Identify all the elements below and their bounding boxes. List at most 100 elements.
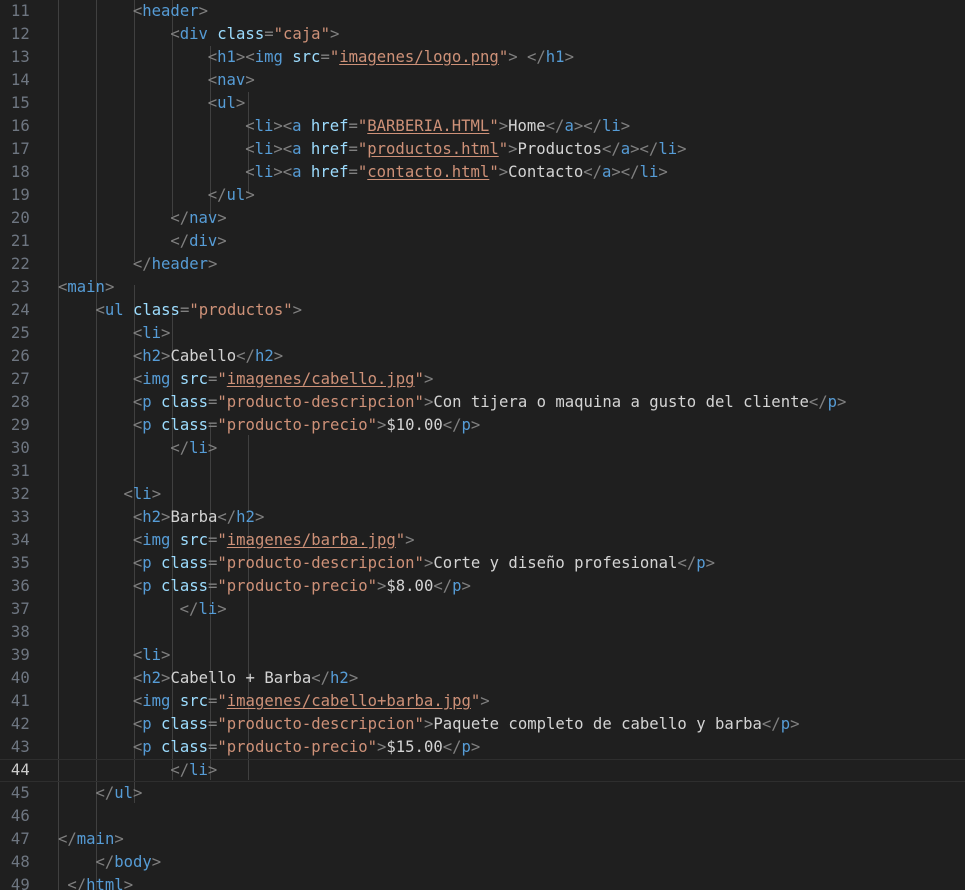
line-number: 39: [10, 646, 30, 664]
code-line[interactable]: 34 <img src="imagenes/barba.jpg">: [0, 529, 965, 552]
code-line[interactable]: 33 <h2>Barba</h2>: [0, 506, 965, 529]
code-line[interactable]: 35 <p class="producto-descripcion">Corte …: [0, 552, 965, 575]
code-line[interactable]: 20 </nav>: [0, 207, 965, 230]
code-line-active[interactable]: 44 </li>: [0, 759, 965, 782]
code-line[interactable]: 15 <ul>: [0, 92, 965, 115]
code-line[interactable]: 19 </ul>: [0, 184, 965, 207]
code-line-content[interactable]: </div>: [170, 230, 226, 253]
code-line-content[interactable]: </li>: [170, 760, 217, 781]
code-line[interactable]: 24 <ul class="productos">: [0, 299, 965, 322]
code-line[interactable]: 28 <p class="producto-descripcion">Con ti…: [0, 391, 965, 414]
line-number: 11: [10, 2, 30, 20]
code-line-content[interactable]: </main>: [58, 828, 124, 851]
code-line-content[interactable]: <h1><img src="imagenes/logo.png"> </h1>: [208, 46, 574, 69]
line-number: 48: [10, 853, 30, 871]
line-number: 28: [10, 393, 30, 411]
code-line-content[interactable]: <h2>Cabello + Barba</h2>: [133, 667, 358, 690]
code-line-content[interactable]: <li><a href="BARBERIA.HTML">Home</a></li…: [245, 115, 630, 138]
code-line[interactable]: 25 <li>: [0, 322, 965, 345]
code-line[interactable]: 22 </header>: [0, 253, 965, 276]
code-line-content[interactable]: <li><a href="contacto.html">Contacto</a>…: [245, 161, 668, 184]
line-number: 26: [10, 347, 30, 365]
code-line[interactable]: 43 <p class="producto-precio">$15.00</p>: [0, 736, 965, 759]
code-line[interactable]: 38: [0, 621, 965, 644]
code-line-content[interactable]: <li>: [133, 644, 171, 667]
line-number: 46: [10, 807, 30, 825]
code-line-content[interactable]: <p class="producto-precio">$10.00</p>: [133, 414, 480, 437]
line-number: 36: [10, 577, 30, 595]
line-number: 31: [10, 462, 30, 480]
code-line-content[interactable]: <li>: [133, 322, 171, 345]
line-number: 18: [10, 163, 30, 181]
code-line[interactable]: 46: [0, 805, 965, 828]
code-line[interactable]: 12 <div class="caja">: [0, 23, 965, 46]
line-number: 37: [10, 600, 30, 618]
code-line[interactable]: 47 </main>: [0, 828, 965, 851]
code-line-content[interactable]: </body>: [95, 851, 161, 874]
code-line-content[interactable]: <img src="imagenes/cabello.jpg">: [133, 368, 433, 391]
code-line[interactable]: 23 <main>: [0, 276, 965, 299]
code-line-content[interactable]: </header>: [133, 253, 218, 276]
code-line-content[interactable]: </li>: [180, 598, 227, 621]
code-line-content[interactable]: <p class="producto-descripcion">Con tije…: [133, 391, 847, 414]
code-line[interactable]: 16 <li><a href="BARBERIA.HTML">Home</a></…: [0, 115, 965, 138]
code-line[interactable]: 45 </ul>: [0, 782, 965, 805]
code-line-content[interactable]: <nav>: [208, 69, 255, 92]
code-line-content[interactable]: <main>: [58, 276, 114, 299]
code-line-content[interactable]: <p class="producto-descripcion">Corte y …: [133, 552, 715, 575]
code-line[interactable]: 36 <p class="producto-precio">$8.00</p>: [0, 575, 965, 598]
line-number: 44: [10, 761, 30, 779]
code-line[interactable]: 21 </div>: [0, 230, 965, 253]
code-line-content[interactable]: <h2>Barba</h2>: [133, 506, 264, 529]
code-line[interactable]: 48 </body>: [0, 851, 965, 874]
code-line[interactable]: 30 </li>: [0, 437, 965, 460]
code-line-content[interactable]: <ul class="productos">: [95, 299, 302, 322]
line-number: 49: [10, 876, 30, 890]
line-number: 33: [10, 508, 30, 526]
code-line[interactable]: 18 <li><a href="contacto.html">Contacto</…: [0, 161, 965, 184]
code-line[interactable]: 13 <h1><img src="imagenes/logo.png"> </h1…: [0, 46, 965, 69]
code-line[interactable]: 37 </li>: [0, 598, 965, 621]
code-line-content[interactable]: <li>: [124, 483, 162, 506]
code-line-content[interactable]: <img src="imagenes/barba.jpg">: [133, 529, 415, 552]
code-line[interactable]: 27 <img src="imagenes/cabello.jpg">: [0, 368, 965, 391]
code-line[interactable]: 49 </html>: [0, 874, 965, 890]
code-line-content[interactable]: <li><a href="productos.html">Productos</…: [245, 138, 686, 161]
code-line[interactable]: 32 <li>: [0, 483, 965, 506]
code-line[interactable]: 29 <p class="producto-precio">$10.00</p>: [0, 414, 965, 437]
code-line-content[interactable]: <h2>Cabello</h2>: [133, 345, 283, 368]
code-lines: 11 <header> 12 <div class="caja"> 13 <h1><img…: [0, 0, 965, 890]
code-line[interactable]: 31: [0, 460, 965, 483]
line-number: 24: [10, 301, 30, 319]
code-line-content[interactable]: </nav>: [170, 207, 226, 230]
code-line-content[interactable]: <ul>: [208, 92, 246, 115]
line-number: 19: [10, 186, 30, 204]
line-number: 20: [10, 209, 30, 227]
line-number: 12: [10, 25, 30, 43]
code-line[interactable]: 14 <nav>: [0, 69, 965, 92]
line-number: 23: [10, 278, 30, 296]
code-line[interactable]: 17 <li><a href="productos.html">Productos…: [0, 138, 965, 161]
line-number: 45: [10, 784, 30, 802]
code-line-content[interactable]: </ul>: [208, 184, 255, 207]
line-number: 29: [10, 416, 30, 434]
code-line-content[interactable]: </html>: [67, 874, 133, 890]
code-line-content[interactable]: </li>: [170, 437, 217, 460]
code-line-content[interactable]: </ul>: [95, 782, 142, 805]
code-line[interactable]: 42 <p class="producto-descripcion">Paquet…: [0, 713, 965, 736]
code-line[interactable]: 26 <h2>Cabello</h2>: [0, 345, 965, 368]
code-editor[interactable]: 11 <header> 12 <div class="caja"> 13 <h1><img…: [0, 0, 965, 890]
code-line-content[interactable]: <img src="imagenes/cabello+barba.jpg">: [133, 690, 490, 713]
code-line[interactable]: 41 <img src="imagenes/cabello+barba.jpg">: [0, 690, 965, 713]
line-number: 43: [10, 738, 30, 756]
code-line-content[interactable]: <header>: [133, 0, 208, 23]
line-number: 14: [10, 71, 30, 89]
code-line-content[interactable]: <p class="producto-precio">$15.00</p>: [133, 736, 480, 759]
code-line-content[interactable]: <div class="caja">: [170, 23, 339, 46]
code-line[interactable]: 40 <h2>Cabello + Barba</h2>: [0, 667, 965, 690]
code-line[interactable]: 11 <header>: [0, 0, 965, 23]
code-line-content[interactable]: <p class="producto-precio">$8.00</p>: [133, 575, 471, 598]
line-number: 32: [10, 485, 30, 503]
code-line[interactable]: 39 <li>: [0, 644, 965, 667]
code-line-content[interactable]: <p class="producto-descripcion">Paquete …: [133, 713, 800, 736]
